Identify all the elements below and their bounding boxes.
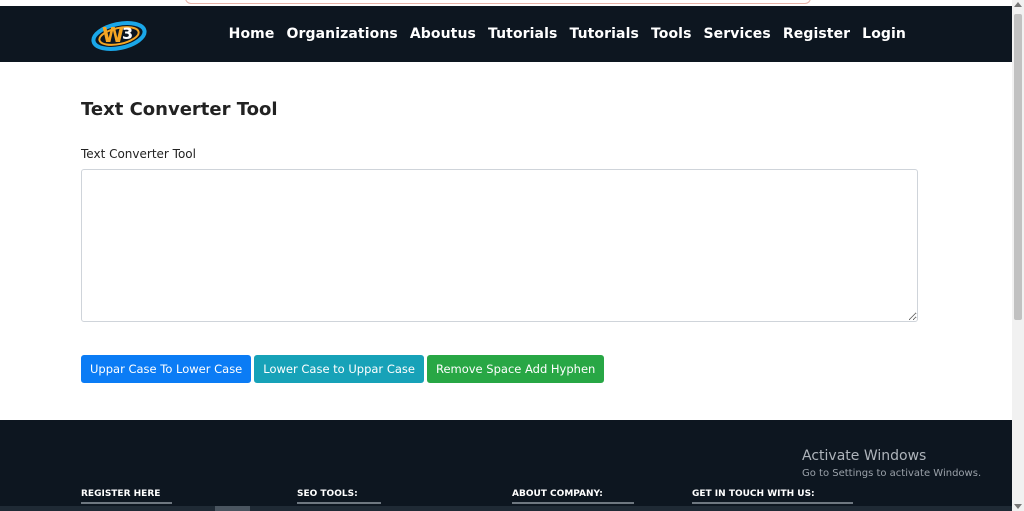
page-title: Text Converter Tool (81, 99, 278, 120)
nav-tutorials-link[interactable]: Tutorials (488, 26, 557, 42)
svg-text:W: W (102, 23, 124, 47)
footer-heading-seo-tools: SEO TOOLS: (297, 489, 381, 504)
nav-organizations-link[interactable]: Organizations (286, 26, 397, 42)
nav-services-link[interactable]: Services (704, 26, 771, 42)
navbar: W 3 Home Organizations Aboutus Tutorials… (0, 6, 1012, 62)
horizontal-scrollbar-thumb[interactable] (215, 506, 250, 511)
w3-orbit-logo-icon: W 3 (91, 21, 147, 51)
nav-aboutus-link[interactable]: Aboutus (410, 26, 476, 42)
vertical-scrollbar-thumb[interactable] (1014, 14, 1022, 320)
horizontal-scrollbar[interactable] (0, 506, 1012, 511)
nav-login-link[interactable]: Login (862, 26, 906, 42)
scroll-up-arrow-icon[interactable] (1014, 2, 1022, 7)
nav-tools-link[interactable]: Tools (651, 26, 692, 42)
footer-heading-about-company: ABOUT COMPANY: (512, 489, 634, 504)
lower-to-upper-button[interactable]: Lower Case to Uppar Case (254, 355, 424, 383)
nav-home-link[interactable]: Home (229, 26, 275, 42)
footer-heading-register: REGISTER HERE (81, 489, 172, 504)
remove-space-add-hyphen-button[interactable]: Remove Space Add Hyphen (426, 355, 605, 383)
activate-windows-subtitle: Go to Settings to activate Windows. (802, 468, 982, 479)
upper-to-lower-button[interactable]: Uppar Case To Lower Case (81, 355, 252, 383)
footer: Activate Windows Go to Settings to activ… (0, 420, 1012, 511)
converter-buttons: Uppar Case To Lower Case Lower Case to U… (81, 355, 605, 383)
top-edge-panel (185, 0, 811, 4)
footer-heading-get-in-touch: GET IN TOUCH WITH US: (692, 489, 853, 504)
textarea-label: Text Converter Tool (81, 147, 196, 161)
main-content: Text Converter Tool Text Converter Tool … (0, 62, 1012, 420)
nav-tutorials-link-2[interactable]: Tutorials (569, 26, 638, 42)
text-input-area[interactable] (81, 169, 918, 322)
nav-register-link[interactable]: Register (783, 26, 850, 42)
main-nav: Home Organizations Aboutus Tutorials Tut… (229, 6, 906, 62)
svg-text:3: 3 (122, 24, 133, 43)
activate-windows-title: Activate Windows (802, 448, 927, 464)
site-logo[interactable]: W 3 (88, 12, 152, 56)
vertical-scrollbar[interactable] (1012, 0, 1024, 511)
scroll-down-arrow-icon[interactable] (1014, 504, 1022, 509)
